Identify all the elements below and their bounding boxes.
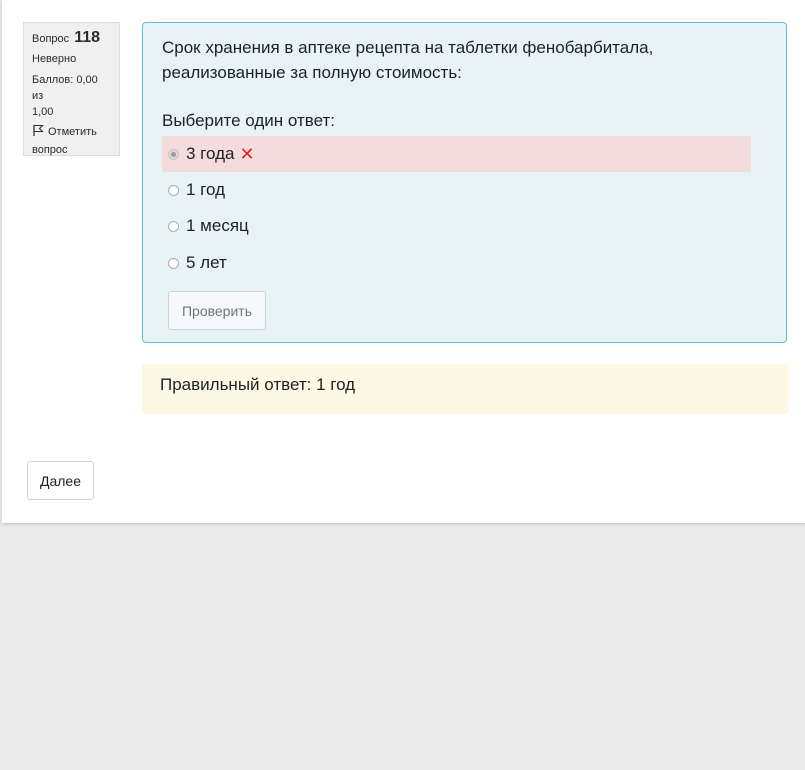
- answer-radio-4[interactable]: [168, 257, 179, 269]
- grade-line-1: Баллов: 0,00 из: [32, 74, 98, 102]
- flag-label-line-2: вопрос: [32, 144, 68, 156]
- quiz-page: Вопрос 118 Неверно Баллов: 0,00 из 1,00 …: [2, 0, 805, 523]
- flag-icon: [32, 124, 44, 142]
- question-text-line-1: Срок хранения в аптеке рецепта на таблет…: [162, 38, 654, 57]
- question-text-line-2: реализованные за полную стоимость:: [162, 63, 462, 82]
- grade-line-2: 1,00: [32, 106, 54, 118]
- question-number: 118: [74, 29, 101, 46]
- flag-question-link[interactable]: Отметить вопрос: [32, 124, 111, 158]
- question-label: Вопрос: [32, 33, 70, 45]
- answer-radio-2[interactable]: [168, 184, 179, 196]
- answer-label-2: 1 год: [186, 180, 226, 199]
- check-button[interactable]: Проверить: [168, 291, 266, 330]
- question-info-panel: Вопрос 118 Неверно Баллов: 0,00 из 1,00 …: [23, 22, 120, 156]
- question-grade: Баллов: 0,00 из 1,00: [32, 72, 111, 120]
- answer-radio-3[interactable]: [168, 220, 179, 232]
- answer-label-4: 5 лет: [186, 253, 227, 272]
- question-text: Срок хранения в аптеке рецепта на таблет…: [162, 35, 762, 85]
- flag-label-line-1: Отметить: [48, 126, 97, 138]
- answer-option-2[interactable]: 1 год: [162, 172, 751, 208]
- answer-label-3: 1 месяц: [186, 216, 249, 235]
- answer-option-3[interactable]: 1 месяц: [162, 208, 751, 244]
- question-number-line: Вопрос 118: [32, 29, 111, 47]
- answer-label-1: 3 года: [186, 144, 235, 163]
- incorrect-cross-icon: ✕: [239, 144, 255, 164]
- answer-option-1[interactable]: 3 года ✕: [162, 136, 751, 172]
- answer-radio-1[interactable]: [168, 148, 179, 160]
- question-state: Неверно: [32, 53, 77, 65]
- correct-answer-feedback: Правильный ответ: 1 год: [142, 364, 789, 414]
- next-button[interactable]: Далее: [27, 461, 94, 500]
- answer-option-4[interactable]: 5 лет: [162, 245, 751, 281]
- question-formulation: Срок хранения в аптеке рецепта на таблет…: [142, 22, 787, 343]
- answer-prompt: Выберите один ответ:: [162, 111, 335, 130]
